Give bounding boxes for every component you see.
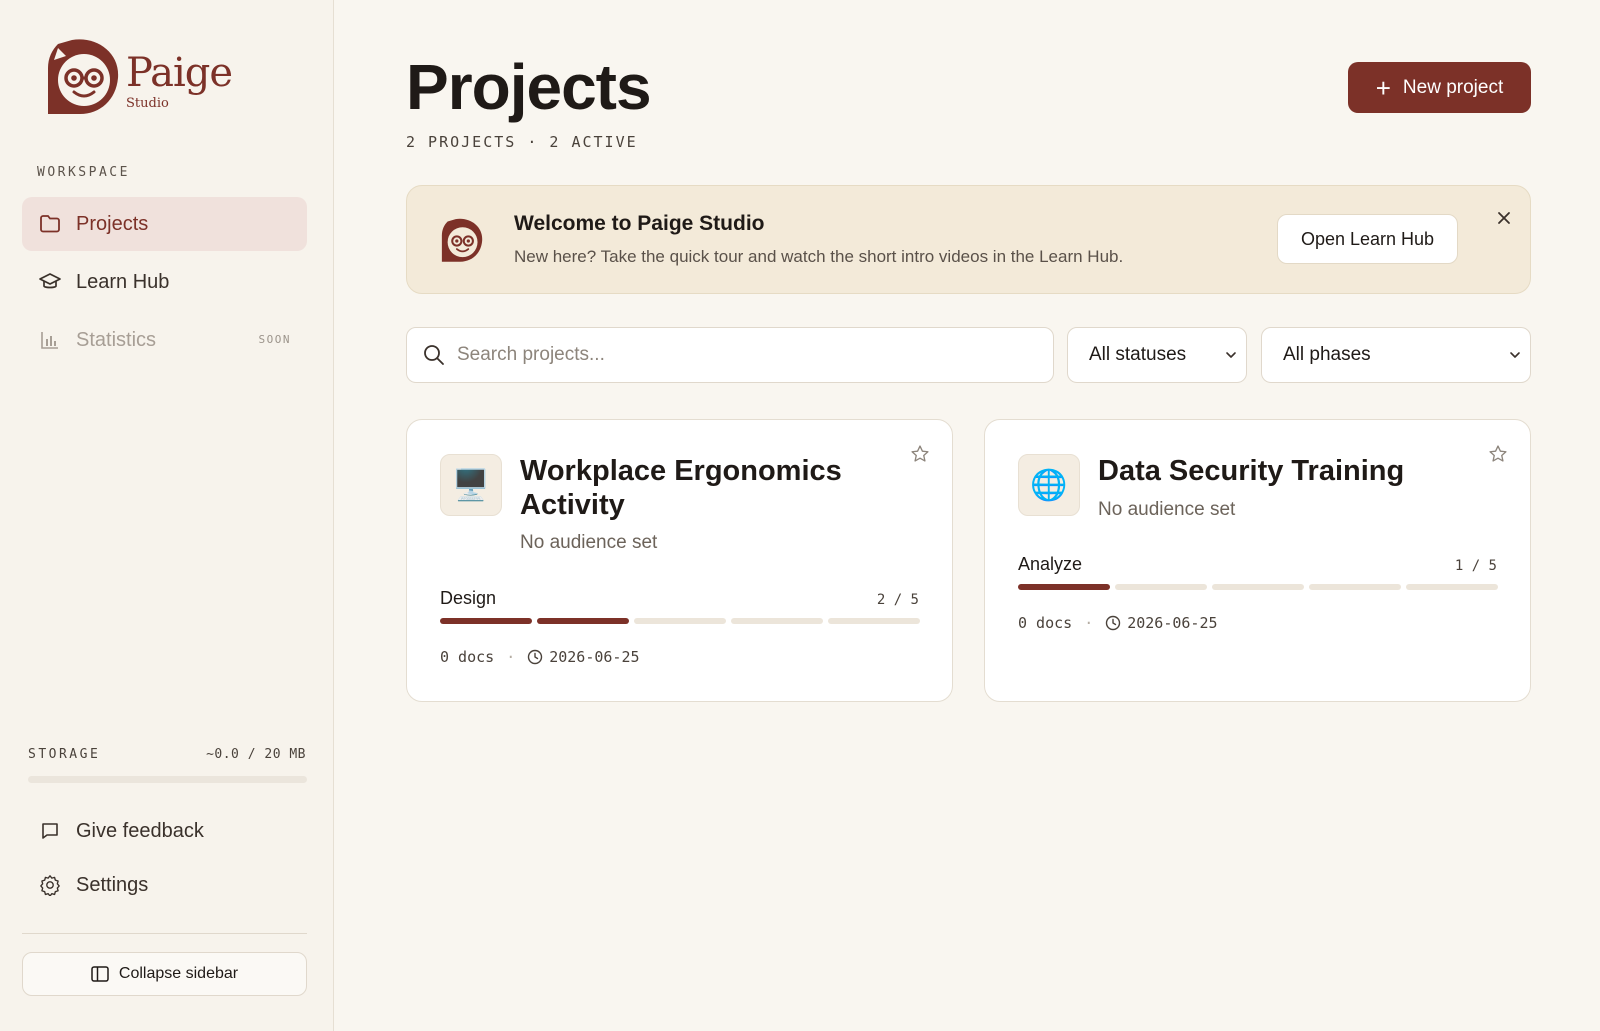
give-feedback-button[interactable]: Give feedback: [22, 808, 307, 854]
phase-filter-select[interactable]: All phases: [1261, 327, 1531, 383]
welcome-banner: Welcome to Paige Studio New here? Take t…: [406, 185, 1531, 294]
close-icon[interactable]: [1492, 206, 1516, 230]
project-meta: 0 docs · 2026-06-25: [1018, 614, 1218, 632]
phase-filter-value: All phases: [1283, 344, 1371, 365]
phase-segment: [1309, 584, 1401, 590]
sidebar: Paige Studio WORKSPACE Projects Learn Hu…: [0, 0, 334, 1031]
phase-segment: [828, 618, 920, 624]
project-phase: Analyze: [1018, 554, 1083, 574]
project-date: 2026-06-25: [549, 648, 640, 666]
status-filter-select[interactable]: All statuses: [1067, 327, 1247, 383]
plus-icon: +: [1375, 72, 1391, 103]
star-icon[interactable]: [910, 444, 930, 469]
project-docs: 0 docs: [1018, 614, 1073, 632]
project-title: Data Security Training: [1098, 455, 1405, 487]
sidebar-item-statistics: Statistics SOON: [22, 313, 307, 367]
page-subtitle: 2 PROJECTS · 2 ACTIVE: [406, 133, 638, 151]
clock-icon: [1105, 615, 1121, 631]
status-filter-value: All statuses: [1089, 344, 1187, 365]
settings-label: Settings: [76, 873, 149, 896]
phase-segment: [537, 618, 629, 624]
folder-icon: [38, 212, 62, 236]
brand-logo[interactable]: Paige Studio: [44, 38, 233, 120]
open-learn-hub-button[interactable]: Open Learn Hub: [1277, 214, 1458, 264]
new-project-label: New project: [1402, 76, 1504, 98]
collapse-sidebar-button[interactable]: Collapse sidebar: [22, 952, 307, 996]
chevron-down-icon: [1508, 346, 1522, 368]
search-box: [406, 327, 1054, 383]
sidebar-item-label: Learn Hub: [76, 270, 170, 293]
project-title: Workplace Ergonomics Activity: [520, 455, 842, 521]
storage-label: STORAGE: [28, 747, 101, 762]
phase-segment: [1018, 584, 1110, 590]
sidebar-item-projects[interactable]: Projects: [22, 197, 307, 251]
soon-badge: SOON: [258, 333, 291, 346]
project-card[interactable]: 🖥️ Workplace Ergonomics Activity No audi…: [406, 419, 953, 702]
phase-segment: [634, 618, 726, 624]
settings-button[interactable]: Settings: [22, 862, 307, 908]
phase-segment: [1115, 584, 1207, 590]
paige-mascot-icon: [48, 39, 119, 115]
brand-subtitle: Studio: [126, 96, 169, 111]
project-phase-count: 1 / 5: [1454, 558, 1497, 574]
project-meta: 0 docs · 2026-06-25: [440, 648, 640, 666]
phase-progress: [1018, 584, 1498, 590]
gear-icon: [38, 873, 62, 897]
chevron-down-icon: [1224, 346, 1238, 368]
star-icon[interactable]: [1488, 444, 1508, 469]
desktop-computer-icon: 🖥️: [440, 454, 502, 516]
sidebar-divider: [22, 933, 307, 934]
project-docs: 0 docs: [440, 648, 495, 666]
message-square-icon: [38, 819, 62, 843]
sidebar-panel-icon: [91, 966, 109, 982]
welcome-text: New here? Take the quick tour and watch …: [514, 247, 1124, 266]
brand-name: Paige: [126, 50, 233, 96]
phase-segment: [1406, 584, 1498, 590]
project-audience: No audience set: [1098, 499, 1236, 520]
workspace-section-label: WORKSPACE: [37, 165, 130, 180]
project-phase: Design: [440, 588, 497, 608]
project-audience: No audience set: [520, 532, 658, 553]
separator-dot: ·: [506, 648, 516, 666]
phase-segment: [440, 618, 532, 624]
clock-icon: [527, 649, 543, 665]
sidebar-item-label: Statistics: [76, 328, 157, 351]
project-phase-count: 2 / 5: [876, 592, 919, 608]
collapse-sidebar-label: Collapse sidebar: [118, 965, 239, 982]
search-input[interactable]: [457, 328, 1037, 382]
project-card[interactable]: 🌐 Data Security Training No audience set…: [984, 419, 1531, 702]
paige-mascot-icon: [441, 218, 483, 262]
phase-segment: [1212, 584, 1304, 590]
phase-progress: [440, 618, 920, 624]
graduation-cap-icon: [38, 270, 62, 294]
project-date: 2026-06-25: [1127, 614, 1218, 632]
new-project-button[interactable]: + New project: [1348, 62, 1531, 113]
storage-value: ~0.0 / 20 MB: [206, 747, 306, 762]
separator-dot: ·: [1084, 614, 1094, 632]
storage-progress-bar: [28, 776, 307, 783]
welcome-title: Welcome to Paige Studio: [514, 212, 765, 235]
sidebar-item-learn-hub[interactable]: Learn Hub: [22, 255, 307, 309]
sidebar-item-label: Projects: [76, 212, 149, 235]
search-icon: [423, 344, 445, 371]
give-feedback-label: Give feedback: [76, 819, 204, 842]
page-title: Projects: [406, 51, 652, 123]
globe-icon: 🌐: [1018, 454, 1080, 516]
bar-chart-icon: [38, 328, 62, 352]
phase-segment: [731, 618, 823, 624]
